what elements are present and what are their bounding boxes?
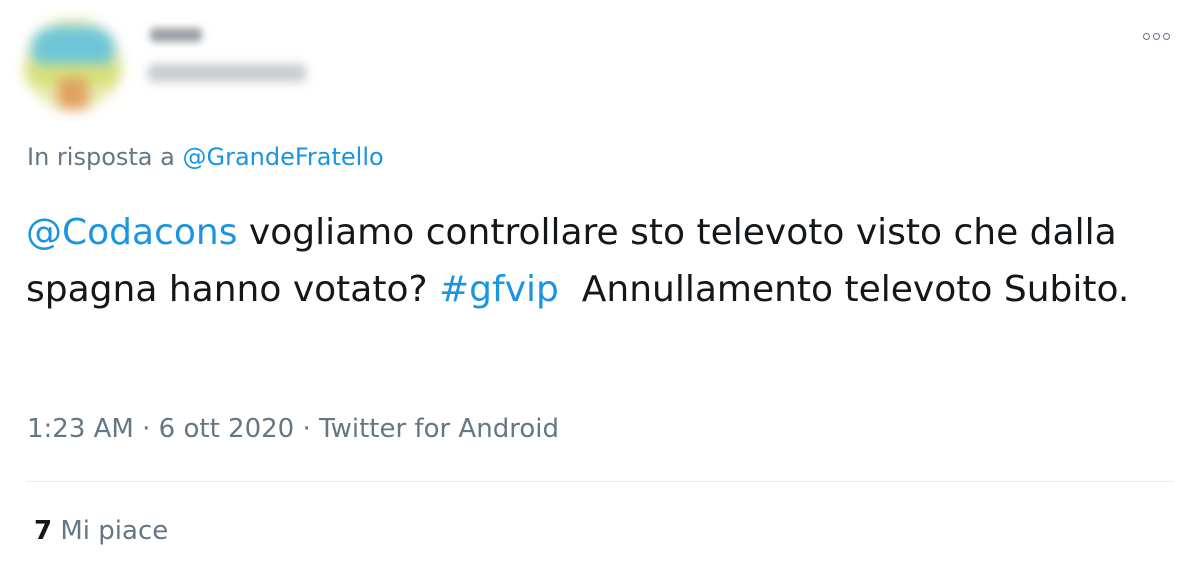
tweet-card: In risposta a @GrandeFratello @Codacons …	[0, 0, 1200, 574]
more-options-button[interactable]	[1138, 22, 1174, 50]
reply-context: In risposta a @GrandeFratello	[27, 143, 384, 171]
hashtag-link[interactable]: #gfvip	[439, 269, 559, 310]
more-options-icon	[1142, 32, 1150, 40]
more-options-icon-dot	[1162, 32, 1170, 40]
likes-label: Mi piace	[52, 516, 169, 546]
tweet-text: @Codacons vogliamo controllare sto telev…	[26, 204, 1176, 318]
divider	[26, 481, 1174, 482]
tweet-time[interactable]: 1:23 AM	[27, 414, 134, 444]
avatar[interactable]	[24, 18, 122, 110]
meta-separator: ·	[294, 414, 320, 444]
tweet-date[interactable]: 6 ott 2020	[159, 414, 295, 444]
reply-prefix: In risposta a	[27, 143, 175, 171]
mention-link[interactable]: @Codacons	[26, 212, 237, 253]
likes-link[interactable]: 7 Mi piace	[34, 516, 168, 546]
tweet-source[interactable]: Twitter for Android	[319, 414, 559, 444]
author-name-blurred[interactable]	[150, 28, 202, 42]
reply-handle-link[interactable]: @GrandeFratello	[182, 143, 383, 171]
likes-count: 7	[34, 516, 53, 546]
more-options-icon-dot	[1152, 32, 1160, 40]
meta-separator: ·	[133, 414, 159, 444]
author-handle-blurred[interactable]	[148, 64, 306, 82]
tweet-meta: 1:23 AM · 6 ott 2020 · Twitter for Andro…	[27, 414, 559, 444]
tweet-text-part2: Annullamento televoto Subito.	[558, 269, 1130, 310]
